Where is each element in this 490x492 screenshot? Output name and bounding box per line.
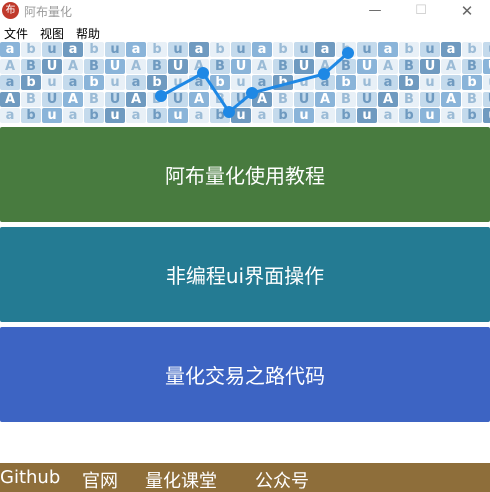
line-graphic-point: [223, 106, 235, 118]
ui-operation-button[interactable]: 非编程ui界面操作: [0, 227, 490, 322]
official-site-link[interactable]: 官网: [82, 467, 118, 492]
quant-class-link[interactable]: 量化课堂: [145, 467, 217, 492]
line-graphic-point: [155, 90, 167, 102]
maximize-button[interactable]: ☐: [398, 0, 444, 22]
line-graphic: [155, 47, 354, 118]
wechat-account-link[interactable]: 公众号: [255, 467, 309, 492]
menu-bar: 文件 视图 帮助: [0, 23, 490, 42]
tutorial-button[interactable]: 阿布量化使用教程: [0, 127, 490, 222]
menu-file[interactable]: 文件: [4, 25, 28, 42]
minimize-button[interactable]: —: [352, 0, 398, 22]
menu-view[interactable]: 视图: [40, 25, 64, 42]
line-graphic-point: [318, 68, 330, 80]
line-graphic-path: [160, 51, 349, 115]
close-button[interactable]: ✕: [444, 0, 490, 22]
line-graphic-point: [342, 47, 354, 59]
window-title: 阿布量化: [24, 5, 73, 19]
banner-image: abuabuabuabuabuabuabuabuABUABUABUABUABUA…: [0, 42, 490, 125]
github-link[interactable]: Github: [0, 467, 60, 488]
footer-bar: Github 官网 量化课堂 公众号: [0, 463, 490, 492]
line-graphic-point: [246, 87, 258, 99]
menu-help[interactable]: 帮助: [76, 25, 100, 42]
title-bar: 布 阿布量化 — ☐ ✕: [0, 0, 490, 22]
line-graphic-point: [197, 67, 209, 79]
app-icon: 布: [2, 2, 19, 19]
code-button[interactable]: 量化交易之路代码: [0, 327, 490, 422]
